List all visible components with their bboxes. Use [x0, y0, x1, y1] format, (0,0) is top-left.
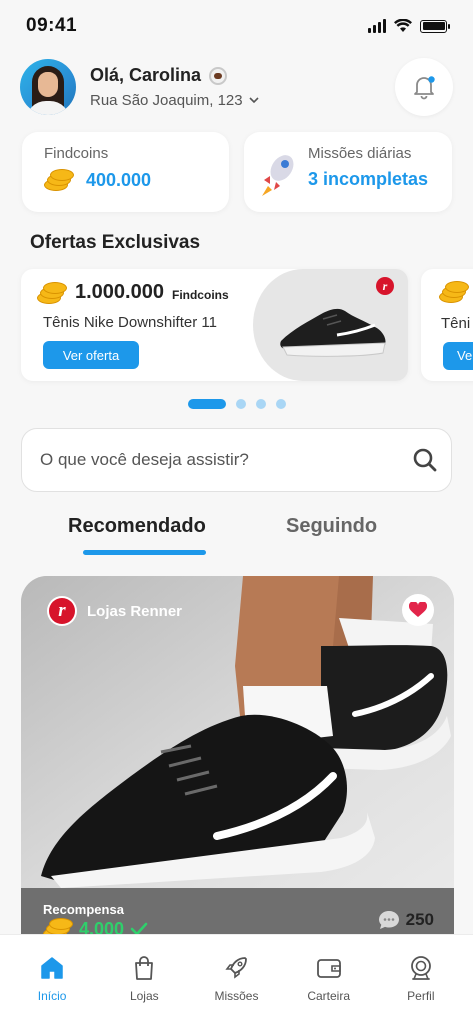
nav-label-missions: Missões [214, 989, 259, 1003]
comment-icon [378, 911, 399, 929]
favorite-button[interactable] [402, 594, 434, 626]
store-name: Lojas Renner [87, 602, 183, 620]
home-icon [41, 957, 63, 979]
feed-tabs: Recomendado Seguindo [0, 515, 473, 559]
address-selector[interactable]: Rua São Joaquim, 123 [90, 92, 395, 109]
offer-price: 1.000.000 Findcoins [37, 281, 229, 304]
missions-label: Missões diárias [308, 145, 412, 162]
tab-following[interactable]: Seguindo [286, 515, 377, 538]
feed-card[interactable]: r Lojas Renner Recompensa 4.000 250 [21, 576, 454, 956]
offer-product-name: Têni [441, 315, 471, 332]
nav-item-profile[interactable]: Perfil [381, 955, 461, 1024]
status-time: 09:41 [26, 15, 78, 36]
search-input[interactable] [40, 450, 411, 470]
profile-icon [410, 956, 431, 980]
offer-card[interactable]: 1.000.000 Findcoins Tênis Nike Downshift… [21, 269, 408, 381]
shopping-bag-icon [135, 956, 154, 980]
view-offer-button[interactable]: Ve [443, 342, 473, 370]
nav-label-stores: Lojas [129, 989, 159, 1003]
carousel-dot[interactable] [235, 399, 246, 409]
comment-count: 250 [405, 910, 434, 929]
reward-label: Recompensa [43, 902, 124, 917]
missions-card[interactable]: Missões diárias 3 incompletas [244, 132, 452, 212]
coins-icon [439, 281, 469, 303]
carousel-dot[interactable] [275, 399, 286, 409]
wallet-icon [316, 959, 341, 978]
offer-amount: 1.000.000 [75, 281, 164, 303]
renner-logo-icon: r [376, 277, 394, 295]
findcoins-value-row: 400.000 [44, 169, 229, 191]
carousel-dot[interactable] [255, 399, 266, 409]
offer-info: 1.000.000 Findcoins Tênis Nike Downshift… [37, 281, 229, 369]
nav-label-home: Início [37, 989, 67, 1003]
findcoins-card[interactable]: Findcoins 400.000 [22, 132, 229, 212]
rocket-icon [262, 155, 294, 196]
heart-icon [409, 602, 427, 617]
notifications-button[interactable] [395, 58, 453, 116]
status-icons [368, 19, 450, 33]
view-offer-button[interactable]: Ver oferta [43, 341, 139, 369]
findcoins-label: Findcoins [44, 145, 109, 162]
renner-logo-icon: r [47, 596, 77, 626]
bell-icon [414, 76, 435, 100]
cellular-signal-icon [368, 19, 386, 33]
store-row[interactable]: r Lojas Renner [47, 596, 182, 626]
header: Olá, Carolina Rua São Joaquim, 123 [20, 58, 453, 116]
findcoins-value: 400.000 [86, 169, 152, 190]
missions-value: 3 incompletas [308, 169, 429, 189]
nav-item-wallet[interactable]: Carteira [289, 955, 369, 1024]
rocket-icon [225, 957, 248, 979]
search-icon[interactable] [411, 446, 439, 474]
status-bar: 09:41 [0, 0, 473, 52]
address-text: Rua São Joaquim, 123 [90, 92, 243, 109]
greeting-text: Olá, Carolina [90, 65, 202, 85]
greeting: Olá, Carolina [90, 65, 395, 86]
offers-section-title: Ofertas Exclusivas [30, 232, 201, 253]
chevron-down-icon [249, 97, 259, 104]
greeting-block: Olá, Carolina Rua São Joaquim, 123 [90, 65, 395, 109]
offer-card-next[interactable]: Têni Ve [421, 269, 473, 381]
bottom-nav: Início Lojas Missões Carteira Perfil [0, 934, 473, 1024]
coins-icon [44, 169, 74, 191]
carousel-dot[interactable] [187, 399, 226, 409]
active-tab-indicator [83, 550, 206, 555]
nav-label-profile: Perfil [407, 989, 435, 1003]
avatar[interactable] [20, 59, 76, 115]
offer-currency: Findcoins [171, 287, 229, 302]
search-bar [21, 428, 452, 492]
nav-item-stores[interactable]: Lojas [104, 955, 184, 1024]
nav-item-missions[interactable]: Missões [196, 955, 276, 1024]
astronaut-icon [209, 66, 228, 85]
wifi-icon [394, 19, 412, 32]
offer-product-name: Tênis Nike Downshifter 11 [43, 314, 217, 331]
coins-icon [37, 281, 67, 304]
carousel-indicator [0, 399, 473, 409]
nav-item-home[interactable]: Início [12, 955, 92, 1024]
tab-recommended[interactable]: Recomendado [68, 515, 206, 538]
offer-product-image: r [253, 269, 408, 381]
comments-button[interactable]: 250 [378, 910, 434, 930]
nav-label-wallet: Carteira [307, 989, 350, 1003]
battery-icon [420, 19, 450, 33]
